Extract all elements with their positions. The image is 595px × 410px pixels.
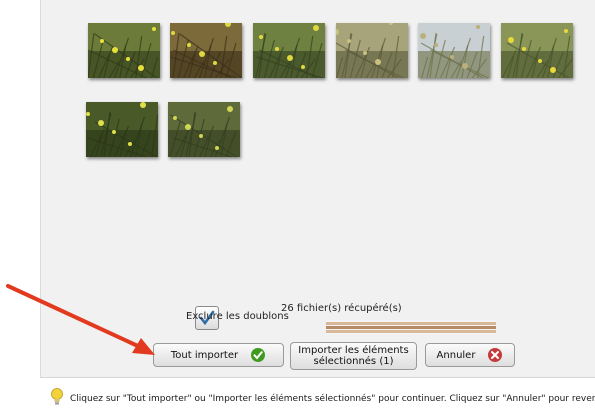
close-circle-icon [487, 347, 503, 363]
hint-text: Cliquez sur "Tout importer" ou "Importer… [70, 394, 595, 404]
lightbulb-icon [50, 388, 64, 410]
thumbnail-photo-2[interactable] [170, 23, 242, 78]
thumbnail-photo-3[interactable] [253, 23, 325, 78]
import-selected-button[interactable]: Importer les éléments sélectionnés (1) [290, 342, 417, 370]
check-circle-icon [250, 347, 266, 363]
thumbnail-photo-5[interactable] [418, 23, 490, 78]
progress-bar [326, 320, 496, 334]
thumbnail-photo-7[interactable] [86, 102, 158, 157]
exclude-duplicates-label: Exclure les doublons [186, 311, 289, 322]
import-all-label: Tout importer [170, 349, 239, 361]
files-found-label: 26 fichier(s) récupéré(s) [281, 303, 402, 314]
cancel-label: Annuler [436, 349, 476, 361]
thumbnail-photo-1[interactable] [88, 23, 160, 78]
import-all-button[interactable]: Tout importer [153, 343, 284, 367]
thumbnail-photo-6[interactable] [501, 23, 573, 78]
import-selected-label-line1: Importer les éléments [298, 345, 409, 356]
import-panel [40, 0, 595, 378]
import-selected-label-line2: sélectionnés (1) [313, 356, 394, 367]
cancel-button[interactable]: Annuler [425, 343, 515, 367]
hint-bar: Cliquez sur "Tout importer" ou "Importer… [50, 388, 595, 410]
thumbnail-photo-8[interactable] [168, 102, 240, 157]
thumbnail-photo-4[interactable] [336, 23, 408, 78]
